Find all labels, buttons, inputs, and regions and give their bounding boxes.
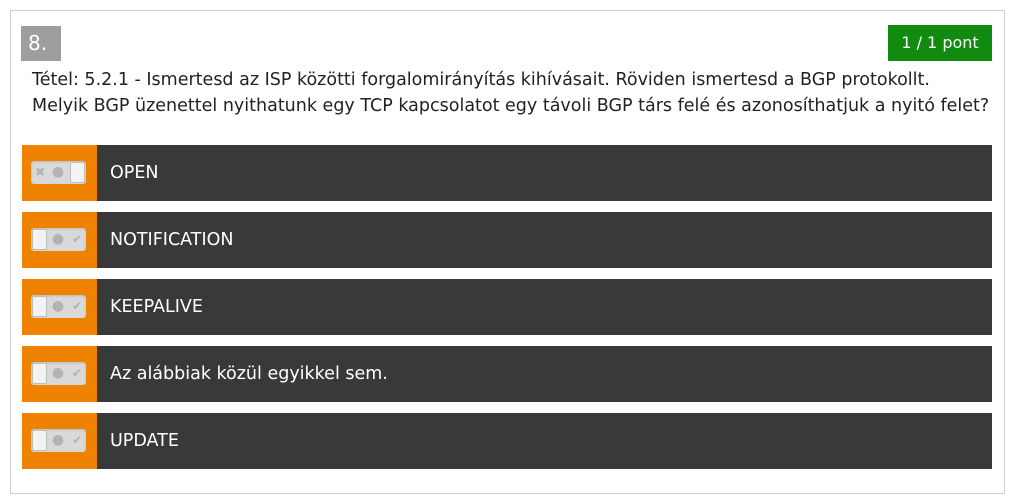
answer-option[interactable]: ✖ ● ✔ KEEPALIVE [22,279,992,335]
quiz-question-card: 8. 1 / 1 pont Tétel: 5.2.1 - Ismertesd a… [10,10,1005,494]
answer-indicator: ✖ ● ✔ [22,279,97,335]
dot-icon: ● [51,231,65,247]
answer-option[interactable]: ✖ ● ✔ Az alábbiak közül egyikkel sem. [22,346,992,402]
answer-option[interactable]: ✖ ● ✔ UPDATE [22,413,992,469]
toggle-handle[interactable] [32,229,47,250]
dot-icon: ● [51,365,65,381]
toggle-handle[interactable] [32,363,47,384]
toggle-handle[interactable] [32,430,47,451]
question-number: 8. [21,26,61,61]
x-icon: ✖ [34,165,46,179]
answer-option[interactable]: ✖ ● ✔ OPEN [22,145,992,201]
answer-toggle[interactable]: ✖ ● ✔ [31,161,86,184]
dot-icon: ● [51,298,65,314]
score-badge: 1 / 1 pont [888,25,992,61]
check-icon: ✔ [71,299,83,313]
dot-icon: ● [51,432,65,448]
toggle-handle[interactable] [32,296,47,317]
answer-toggle[interactable]: ✖ ● ✔ [31,295,86,318]
answer-toggle[interactable]: ✖ ● ✔ [31,362,86,385]
answer-label: UPDATE [110,431,179,451]
answer-options: ✖ ● ✔ OPEN ✖ ● ✔ NOTIFICATION [22,145,992,480]
answer-label: KEEPALIVE [110,297,203,317]
toggle-handle[interactable] [70,162,85,183]
answer-option[interactable]: ✖ ● ✔ NOTIFICATION [22,212,992,268]
question-line-1: Tétel: 5.2.1 - Ismertesd az ISP közötti … [32,70,930,90]
check-icon: ✔ [71,433,83,447]
answer-indicator: ✖ ● ✔ [22,413,97,469]
answer-toggle[interactable]: ✖ ● ✔ [31,228,86,251]
answer-label: NOTIFICATION [110,230,234,250]
answer-indicator: ✖ ● ✔ [22,346,97,402]
question-line-2: Melyik BGP üzenettel nyithatunk egy TCP … [32,96,990,116]
answer-toggle[interactable]: ✖ ● ✔ [31,429,86,452]
dot-icon: ● [51,164,65,180]
answer-label: Az alábbiak közül egyikkel sem. [110,364,388,384]
answer-indicator: ✖ ● ✔ [22,212,97,268]
answer-indicator: ✖ ● ✔ [22,145,97,201]
question-text: Tétel: 5.2.1 - Ismertesd az ISP közötti … [32,67,990,119]
answer-label: OPEN [110,163,159,183]
check-icon: ✔ [71,366,83,380]
check-icon: ✔ [71,232,83,246]
